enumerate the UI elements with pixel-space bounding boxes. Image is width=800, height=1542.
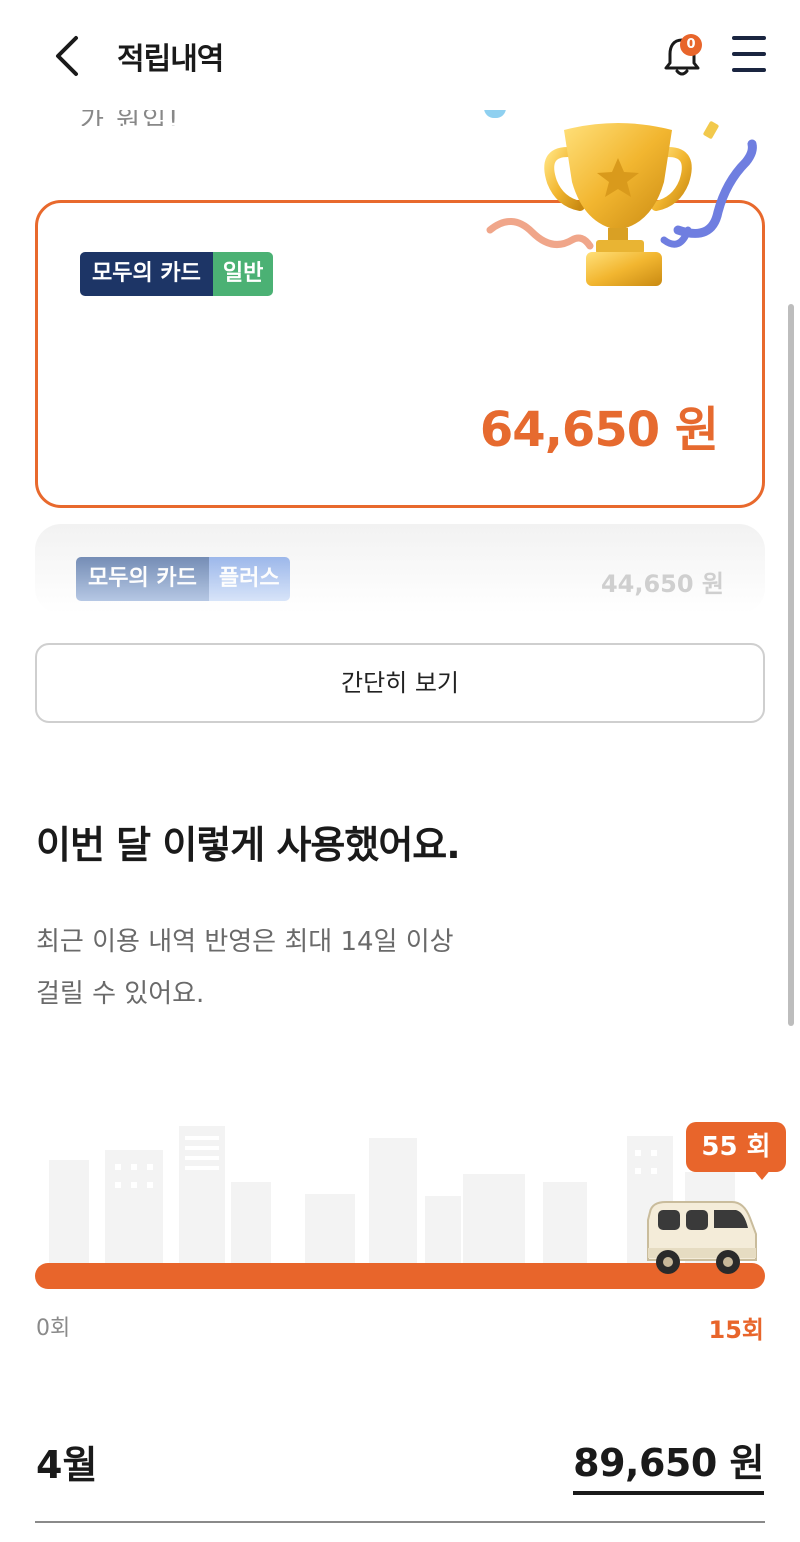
card-tier-badge: 모두의 카드 일반 xyxy=(80,252,274,296)
hamburger-menu-icon[interactable] xyxy=(732,36,766,74)
scrollbar[interactable] xyxy=(788,304,794,1026)
usage-description-line2: 걸릴 수 있어요. xyxy=(36,979,205,1009)
card-tier-label: 일반 xyxy=(212,252,274,296)
usage-title: 이번 달 이렇게 사용했어요. xyxy=(36,823,461,867)
app-header: 적립내역 0 xyxy=(0,0,800,110)
progress-max-label: 15회 xyxy=(708,1316,764,1344)
usage-description-line1: 최근 이용 내역 반영은 최대 14일 이상 xyxy=(36,927,454,957)
card-primary-amount: 64,650 원 xyxy=(479,402,719,458)
simple-view-button[interactable]: 간단히 보기 xyxy=(35,643,765,723)
card-name-label-secondary: 모두의 카드 xyxy=(76,557,209,601)
page-title: 적립내역 xyxy=(117,42,224,77)
card-name-label: 모두의 카드 xyxy=(80,252,213,296)
usage-description: 최근 이용 내역 반영은 최대 14일 이상 걸릴 수 있어요. xyxy=(36,916,596,1020)
bubble-tail xyxy=(752,1168,772,1180)
card-tier-badge-secondary: 모두의 카드 플러스 xyxy=(76,557,290,601)
divider xyxy=(35,1521,765,1523)
van-icon xyxy=(647,1201,757,1274)
month-amount[interactable]: 89,650 원 xyxy=(573,1432,764,1495)
notification-badge: 0 xyxy=(680,34,702,56)
progress-min-label: 0회 xyxy=(36,1316,71,1341)
usage-count-bubble: 55 회 xyxy=(686,1122,786,1172)
month-label: 4월 xyxy=(36,1443,98,1487)
card-tier-label-secondary: 플러스 xyxy=(208,557,290,601)
back-arrow-icon[interactable] xyxy=(50,32,86,80)
card-secondary-amount: 44,650 원 xyxy=(600,570,724,598)
trophy-icon xyxy=(486,121,757,286)
